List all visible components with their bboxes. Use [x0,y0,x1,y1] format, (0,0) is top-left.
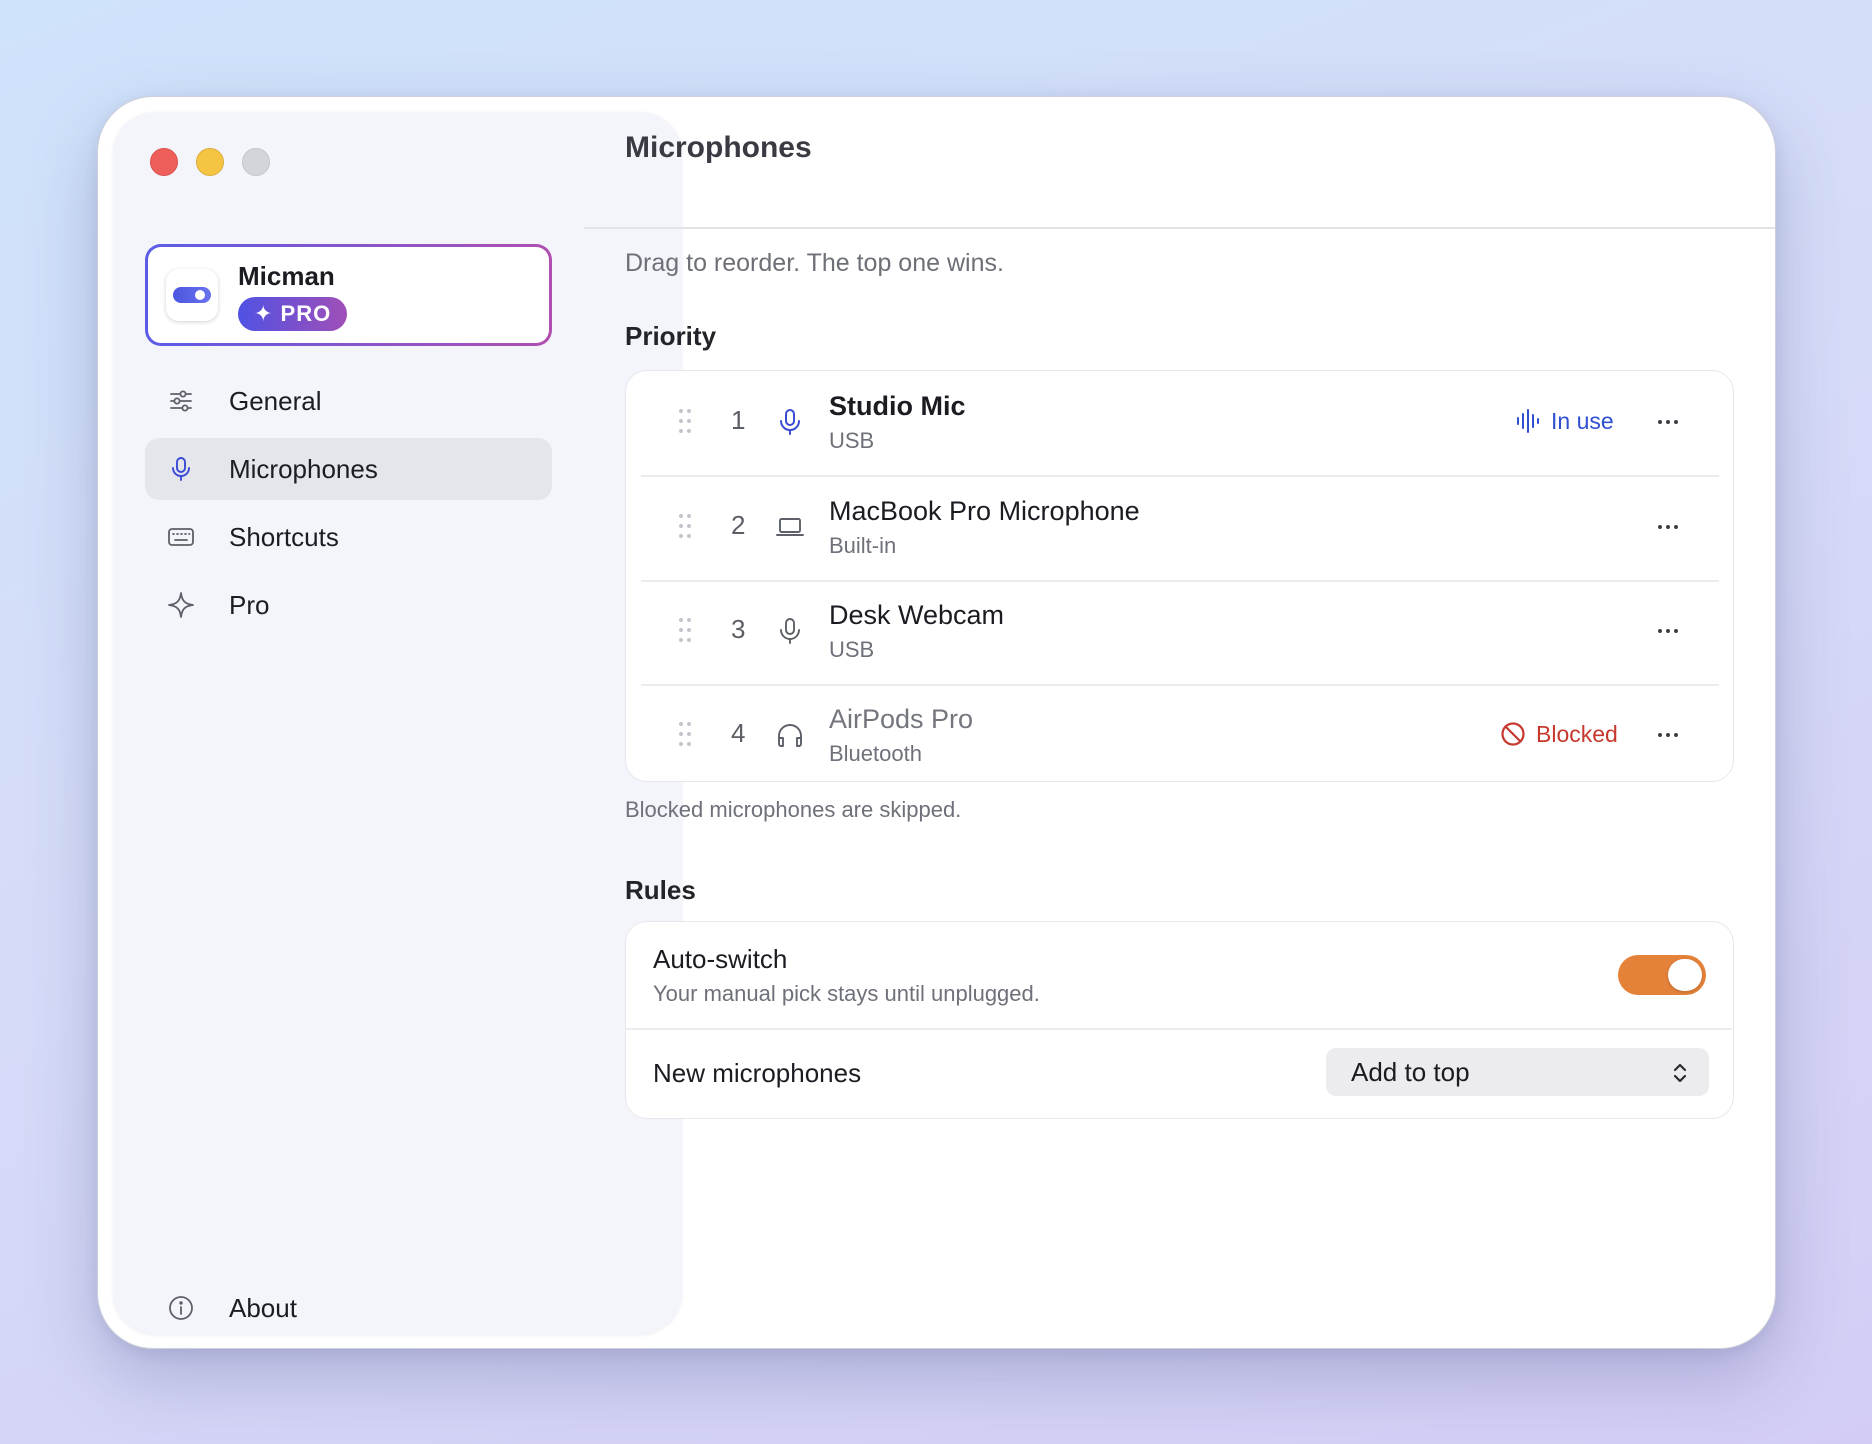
sidebar-item-label: General [229,386,322,416]
priority-rank: 1 [731,405,746,435]
zoom-window-button[interactable] [242,148,270,176]
page-title: Microphones [625,131,812,164]
microphone-icon [780,618,800,644]
more-options-button[interactable] [1646,714,1690,754]
priority-section-title: Priority [625,321,717,351]
sidebar-item-shortcuts[interactable]: Shortcuts [145,506,552,568]
device-type: Bluetooth [829,741,922,766]
sidebar-item-label: Microphones [229,454,378,484]
microphone-icon [780,409,800,435]
rules-divider [626,1028,1732,1030]
status-label: In use [1551,408,1614,434]
auto-switch-toggle[interactable] [1618,955,1706,995]
sidebar-item-about[interactable]: About [145,1283,552,1333]
drag-handle-icon[interactable] [677,720,693,748]
drag-handle-icon[interactable] [677,616,693,644]
sidebar-item-label: About [229,1293,297,1323]
toggle-thumb [1668,959,1702,991]
up-down-chevron-icon [1673,1063,1687,1083]
laptop-icon [776,518,804,536]
device-row-airpods-pro[interactable]: 4 AirPods Pro Bluetooth Blocked [641,684,1719,788]
device-type: Built-in [829,533,897,558]
priority-rank: 3 [731,614,746,644]
priority-list: 1 Studio Mic USB In use 2 MacBook Pro Mi… [625,370,1734,782]
pro-badge: ✦ PRO [238,297,348,331]
minimize-window-button[interactable] [196,148,224,176]
device-row-macbook-pro-microphone[interactable]: 2 MacBook Pro Microphone Built-in [641,476,1719,580]
keyboard-icon [168,528,194,546]
device-row-studio-mic[interactable]: 1 Studio Mic USB In use [641,371,1719,475]
close-window-button[interactable] [150,148,178,176]
rules-card: Auto-switch Your manual pick stays until… [625,921,1734,1119]
more-options-button[interactable] [1646,401,1690,441]
device-type: USB [829,637,875,662]
device-name: Desk Webcam [829,600,1005,630]
app-window: Micman ✦ PRO General Microphones Shortcu… [97,96,1776,1349]
priority-footnote: Blocked microphones are skipped. [625,797,962,822]
title-divider [584,227,1775,229]
sidebar: Micman ✦ PRO General Microphones Shortcu… [113,112,682,1334]
app-name: Micman [238,261,335,291]
auto-switch-description: Your manual pick stays until unplugged. [653,981,1040,1006]
device-name: MacBook Pro Microphone [829,496,1140,526]
auto-switch-title: Auto-switch [653,944,788,974]
new-microphones-select[interactable]: Add to top [1326,1048,1709,1096]
rules-section-title: Rules [625,875,696,905]
info-icon [169,1296,193,1320]
sidebar-item-pro[interactable]: Pro [145,574,552,636]
app-logo-icon [166,269,218,321]
status-label: Blocked [1536,721,1618,747]
sidebar-item-label: Shortcuts [229,522,339,552]
select-value: Add to top [1351,1057,1470,1087]
sparkle-icon [168,592,194,618]
device-name: Studio Mic [829,391,966,421]
sidebar-item-general[interactable]: General [145,370,552,432]
drag-handle-icon[interactable] [677,512,693,540]
device-name: AirPods Pro [829,704,974,734]
sidebar-item-microphones[interactable]: Microphones [145,438,552,500]
microphone-icon [172,457,190,481]
sliders-icon [170,390,192,412]
drag-handle-icon[interactable] [677,407,693,435]
page-subtitle: Drag to reorder. The top one wins. [625,249,1004,277]
more-options-button[interactable] [1646,610,1690,650]
device-type: USB [829,428,875,453]
new-microphones-label: New microphones [653,1058,862,1088]
sidebar-item-label: Pro [229,590,270,620]
priority-rank: 4 [731,718,746,748]
more-options-button[interactable] [1646,506,1690,546]
blocked-icon [1501,722,1525,746]
app-account-card[interactable]: Micman ✦ PRO [145,244,552,346]
device-row-desk-webcam[interactable]: 3 Desk Webcam USB [641,580,1719,684]
priority-rank: 2 [731,510,746,540]
waveform-icon [1517,409,1539,433]
headphones-icon [778,724,802,747]
